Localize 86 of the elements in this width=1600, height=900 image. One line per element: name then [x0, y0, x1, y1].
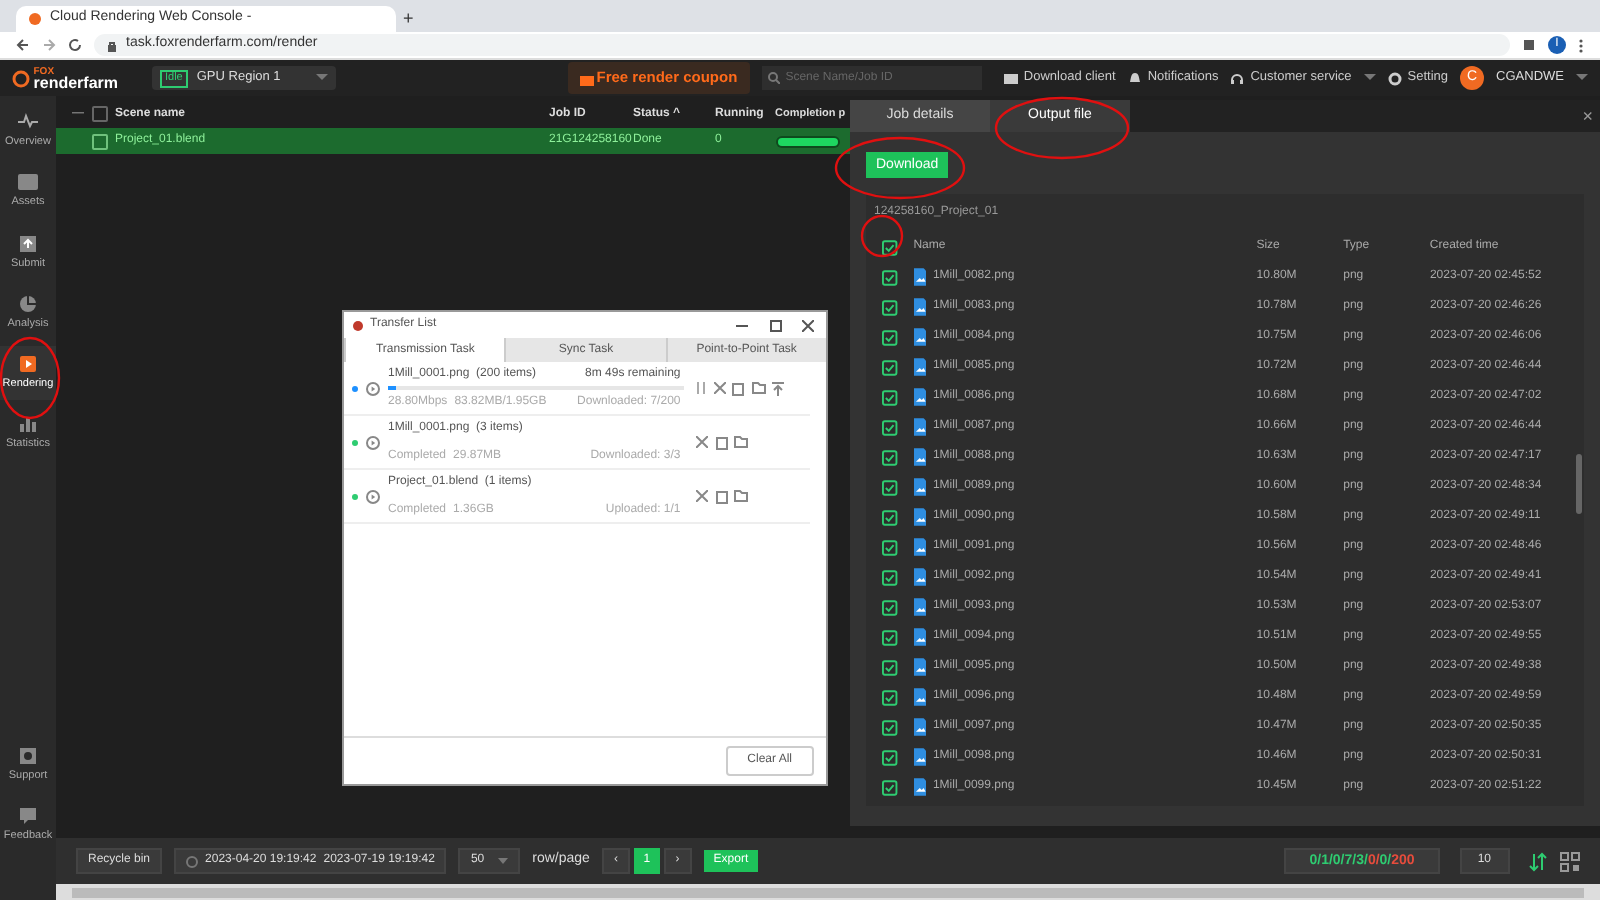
row-checkbox[interactable]	[92, 133, 108, 149]
image-file-icon	[913, 598, 927, 616]
image-file-icon	[913, 688, 927, 706]
file-checkbox[interactable]	[882, 329, 898, 345]
image-file-icon	[913, 478, 927, 496]
back-icon[interactable]	[16, 38, 30, 52]
caret-icon	[315, 74, 327, 82]
file-checkbox[interactable]	[882, 749, 898, 765]
app-icon	[352, 319, 364, 331]
logo-icon	[12, 69, 30, 87]
pulse-icon	[18, 112, 38, 132]
qr-code-icon[interactable]	[1560, 851, 1580, 871]
maximize-icon[interactable]	[769, 319, 782, 331]
file-checkbox[interactable]	[882, 419, 898, 435]
lock-icon	[106, 39, 118, 51]
headset-icon	[1230, 71, 1245, 85]
bar-chart-icon	[18, 414, 38, 435]
image-file-icon	[913, 628, 927, 646]
file-checkbox[interactable]	[882, 269, 898, 285]
annotation-circle	[834, 136, 966, 200]
play-circle-icon[interactable]	[366, 381, 380, 395]
select-all-checkbox[interactable]	[882, 239, 898, 255]
file-checkbox[interactable]	[882, 719, 898, 735]
reload-icon[interactable]	[68, 38, 82, 52]
site-icon	[28, 12, 42, 26]
close-icon[interactable]	[696, 436, 708, 448]
logo-text: renderfarm	[33, 78, 118, 90]
file-checkbox[interactable]	[882, 599, 898, 615]
image-file-icon	[913, 568, 927, 586]
minimize-icon[interactable]	[736, 319, 749, 331]
file-checkbox[interactable]	[882, 479, 898, 495]
transfer-icon[interactable]	[1528, 851, 1548, 871]
folder-icon[interactable]	[734, 436, 748, 448]
image-file-icon	[913, 418, 927, 436]
image-file-icon	[913, 658, 927, 676]
caret-icon[interactable]	[1363, 74, 1376, 82]
file-checkbox[interactable]	[882, 389, 898, 405]
file-checkbox[interactable]	[882, 779, 898, 795]
close-icon[interactable]	[696, 490, 708, 502]
pie-chart-icon	[18, 293, 38, 314]
annotation-circle	[994, 96, 1130, 160]
file-checkbox[interactable]	[882, 299, 898, 315]
image-file-icon	[913, 268, 927, 286]
scrollbar[interactable]	[72, 887, 1584, 897]
file-checkbox[interactable]	[882, 569, 898, 585]
file-checkbox[interactable]	[882, 689, 898, 705]
caret-icon	[498, 858, 509, 864]
file-checkbox[interactable]	[882, 359, 898, 375]
image-file-icon	[913, 508, 927, 526]
scrollbar[interactable]	[1576, 454, 1582, 514]
file-checkbox[interactable]	[882, 509, 898, 525]
folder-icon	[18, 172, 38, 193]
bell-icon	[1127, 71, 1142, 85]
play-circle-icon[interactable]	[366, 489, 380, 503]
close-button[interactable]: ×	[1582, 100, 1593, 132]
more-icon[interactable]	[1578, 37, 1584, 53]
image-file-icon	[913, 328, 927, 346]
file-checkbox[interactable]	[882, 659, 898, 675]
folder-icon[interactable]	[734, 490, 748, 502]
image-file-icon	[913, 748, 927, 766]
image-file-icon	[913, 778, 927, 796]
monitor-icon	[1003, 71, 1018, 85]
file-checkbox[interactable]	[882, 449, 898, 465]
upload-icon	[18, 233, 38, 253]
close-icon[interactable]	[713, 382, 725, 394]
image-file-icon	[913, 448, 927, 466]
image-file-icon	[913, 388, 927, 406]
folder-icon[interactable]	[751, 382, 765, 394]
image-file-icon	[913, 718, 927, 736]
file-checkbox[interactable]	[882, 539, 898, 555]
annotation-circle	[860, 214, 904, 258]
play-circle-icon[interactable]	[366, 435, 380, 449]
play-icon	[18, 354, 38, 374]
caret-icon[interactable]	[1576, 74, 1588, 82]
image-file-icon	[913, 538, 927, 556]
select-all-checkbox[interactable]	[92, 106, 108, 122]
chat-icon	[18, 805, 38, 826]
search-icon	[767, 72, 780, 84]
close-icon[interactable]	[802, 319, 815, 331]
image-file-icon	[913, 358, 927, 376]
image-file-icon	[913, 298, 927, 316]
clock-icon	[186, 855, 199, 867]
new-tab-button[interactable]: +	[403, 10, 414, 29]
gear-icon	[1387, 71, 1402, 85]
file-checkbox[interactable]	[882, 629, 898, 645]
pin-top-icon[interactable]	[772, 381, 784, 395]
